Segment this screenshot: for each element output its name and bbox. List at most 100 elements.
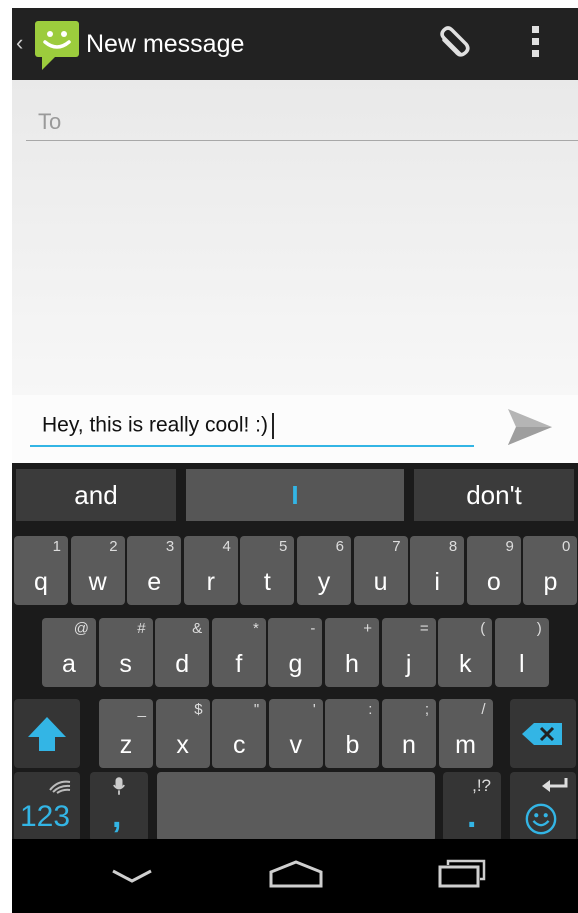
key-label: r bbox=[206, 568, 215, 596]
key-label: p bbox=[543, 568, 558, 596]
key-label: x bbox=[176, 731, 189, 759]
key-hint: 1 bbox=[52, 538, 61, 555]
key-g[interactable]: -g bbox=[268, 618, 323, 687]
key-hint: ) bbox=[536, 620, 542, 637]
key-hint: 0 bbox=[562, 538, 571, 555]
key-hint: 8 bbox=[448, 538, 458, 555]
key-u[interactable]: 7u bbox=[353, 536, 408, 605]
key-label: a bbox=[62, 650, 76, 678]
message-bar: Hey, this is really cool! :) bbox=[12, 395, 578, 463]
shift-arrow-icon bbox=[28, 717, 66, 751]
microphone-icon bbox=[113, 777, 125, 795]
key-k[interactable]: (k bbox=[438, 618, 493, 687]
text-cursor bbox=[272, 413, 275, 439]
swiftkey-logo-icon bbox=[49, 780, 71, 794]
action-bar: ‹ New message bbox=[12, 8, 578, 80]
key-s[interactable]: # s bbox=[98, 618, 153, 687]
suggestion-middle[interactable]: I bbox=[186, 469, 404, 521]
key-hint: + bbox=[363, 620, 372, 637]
period-key[interactable]: ,!? . bbox=[443, 772, 501, 842]
key-label: u bbox=[373, 568, 388, 596]
key-label: k bbox=[458, 650, 472, 678]
key-j[interactable]: = j bbox=[381, 618, 436, 687]
key-hint: _ bbox=[137, 701, 146, 718]
key-b[interactable]: :b bbox=[325, 699, 380, 768]
key-w[interactable]: 2w bbox=[70, 536, 125, 605]
key-hint: 4 bbox=[222, 538, 231, 555]
emoji-enter-key[interactable] bbox=[510, 772, 576, 842]
backspace-icon bbox=[522, 723, 562, 745]
key-hint: - bbox=[310, 620, 316, 637]
comma-label: , bbox=[112, 797, 122, 835]
key-z[interactable]: _ z bbox=[99, 699, 153, 768]
key-hint: ; bbox=[424, 701, 429, 718]
key-f[interactable]: * f bbox=[211, 618, 266, 687]
period-label: . bbox=[467, 797, 477, 835]
key-label: e bbox=[147, 568, 162, 596]
punctuation-hint: ,!? bbox=[472, 776, 491, 795]
key-label: w bbox=[88, 568, 107, 596]
key-a[interactable]: @ a bbox=[42, 618, 96, 687]
suggestion-right[interactable]: don't bbox=[414, 469, 574, 521]
up-caret-icon[interactable]: ‹ bbox=[16, 30, 23, 56]
key-label: z bbox=[119, 731, 133, 759]
key-e[interactable]: 3e bbox=[127, 536, 182, 605]
key-n[interactable]: ; n bbox=[382, 699, 436, 768]
key-hint: 5 bbox=[279, 538, 288, 555]
key-label: o bbox=[486, 568, 501, 596]
key-label: f bbox=[235, 650, 243, 678]
message-input[interactable]: Hey, this is really cool! :) bbox=[30, 401, 474, 447]
space-bar[interactable] bbox=[157, 772, 435, 842]
key-hint: # bbox=[137, 620, 146, 637]
back-chevron-icon[interactable] bbox=[110, 867, 154, 887]
key-v[interactable]: ' v bbox=[268, 699, 323, 768]
key-l[interactable]: ) l bbox=[494, 618, 549, 687]
key-m[interactable]: / m bbox=[438, 699, 493, 768]
key-o[interactable]: 9o bbox=[466, 536, 521, 605]
key-label: m bbox=[455, 731, 476, 759]
suggestion-left[interactable]: and bbox=[16, 469, 176, 521]
key-label: s bbox=[119, 650, 132, 678]
key-d[interactable]: & d bbox=[155, 618, 210, 687]
key-label: l bbox=[519, 650, 525, 678]
key-hint: ( bbox=[480, 620, 486, 637]
recipient-field[interactable] bbox=[26, 104, 578, 141]
home-icon[interactable] bbox=[268, 859, 324, 889]
overflow-menu-icon[interactable] bbox=[527, 26, 543, 66]
smiley-icon bbox=[525, 803, 557, 835]
navigation-bar bbox=[12, 839, 578, 913]
symbols-key[interactable]: 123 bbox=[14, 772, 80, 842]
paperclip-icon[interactable] bbox=[432, 24, 472, 64]
key-y[interactable]: 6y bbox=[297, 536, 351, 605]
key-hint: = bbox=[419, 620, 429, 637]
key-label: y bbox=[317, 568, 331, 596]
key-x[interactable]: $ x bbox=[155, 699, 210, 768]
key-q[interactable]: 1q bbox=[14, 536, 68, 605]
key-hint: $ bbox=[194, 701, 203, 718]
key-hint: 7 bbox=[392, 538, 401, 555]
key-c[interactable]: " c bbox=[212, 699, 267, 768]
key-hint: 3 bbox=[165, 538, 175, 555]
key-hint: & bbox=[192, 620, 203, 637]
shift-key[interactable] bbox=[14, 699, 80, 768]
key-hint: : bbox=[368, 701, 373, 718]
key-h[interactable]: + h bbox=[325, 618, 379, 687]
key-label: j bbox=[405, 650, 412, 678]
key-t[interactable]: 5t bbox=[240, 536, 295, 605]
message-text: Hey, this is really cool! :) bbox=[42, 413, 269, 437]
key-p[interactable]: 0p bbox=[523, 536, 578, 605]
key-hint: * bbox=[252, 620, 259, 637]
key-hint: 2 bbox=[109, 538, 118, 555]
send-icon[interactable] bbox=[506, 407, 554, 447]
key-hint: / bbox=[481, 701, 486, 718]
key-i[interactable]: 8i bbox=[410, 536, 465, 605]
messaging-smiley-icon[interactable] bbox=[32, 18, 82, 70]
recent-apps-icon[interactable] bbox=[436, 859, 488, 889]
key-r[interactable]: 4r bbox=[183, 536, 238, 605]
key-label: n bbox=[402, 731, 416, 759]
backspace-key[interactable] bbox=[510, 699, 576, 768]
key-hint: " bbox=[253, 701, 260, 718]
comma-key[interactable]: , bbox=[90, 772, 148, 842]
key-label: t bbox=[263, 568, 271, 596]
key-label: i bbox=[434, 568, 440, 596]
